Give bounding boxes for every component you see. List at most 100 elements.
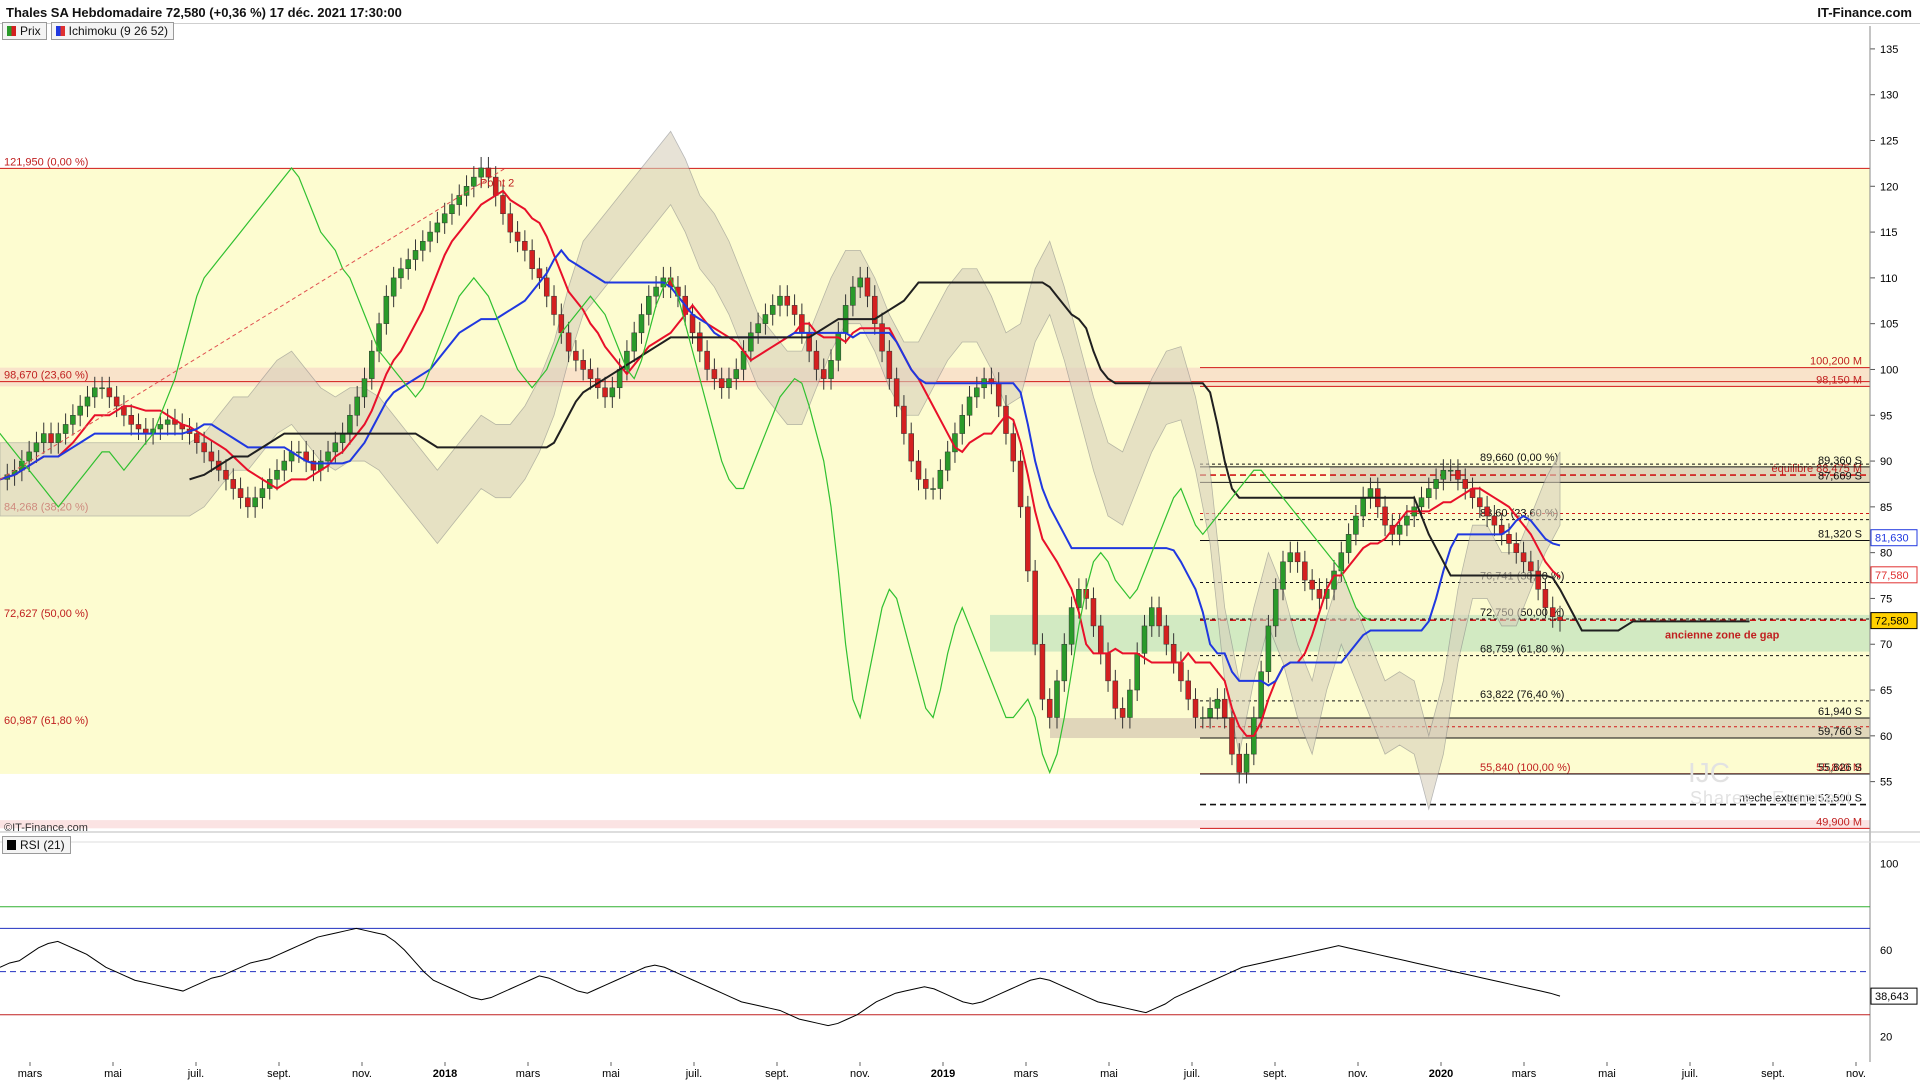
candle-body — [1200, 717, 1206, 719]
watermark-main: IJC — [1688, 757, 1730, 788]
candle-body — [704, 350, 710, 370]
price-axis-tick-label: 115 — [1880, 227, 1898, 239]
candle-body — [1506, 534, 1512, 544]
candle-body — [390, 277, 397, 297]
candle-body — [1557, 616, 1563, 621]
candle-body — [813, 350, 820, 370]
candle-body — [26, 451, 32, 462]
x-axis-tick-label: juil. — [187, 1068, 205, 1080]
price-tag-label: 81,630 — [1875, 533, 1909, 545]
price-axis-tick-label: 65 — [1880, 685, 1892, 697]
candle-body — [245, 497, 251, 508]
candle-body — [1491, 515, 1498, 526]
candle-body — [653, 286, 659, 297]
candle-body — [1090, 598, 1097, 627]
candle-body — [718, 378, 725, 389]
x-axis-tick-label: nov. — [352, 1068, 372, 1080]
brand-label[interactable]: IT-Finance.com — [1817, 5, 1912, 20]
candle-body — [1302, 561, 1308, 581]
candle-body — [354, 396, 360, 416]
candle-body — [850, 286, 856, 306]
candle-body — [908, 433, 914, 462]
x-axis-tick-label: sept. — [1761, 1068, 1785, 1080]
x-axis-tick-label: nov. — [1348, 1068, 1368, 1080]
candle-body — [1163, 625, 1170, 645]
candle-body — [893, 378, 900, 407]
candle-body — [1426, 488, 1432, 498]
x-axis-tick-label: 2018 — [433, 1068, 457, 1080]
reference-line-label: 68,759 (61,80 %) — [1480, 644, 1564, 656]
candle-body — [449, 204, 455, 215]
candle-body — [1396, 524, 1403, 535]
candle-body — [762, 314, 769, 324]
ichimoku-swatch-icon — [55, 26, 65, 36]
price-axis-tick-label: 75 — [1880, 593, 1892, 605]
price-axis-tick-label: 125 — [1880, 135, 1898, 147]
legend-price-label: Prix — [20, 24, 41, 38]
candle-body — [434, 222, 441, 233]
candle-body — [157, 424, 164, 430]
candle-body — [536, 268, 543, 279]
candle-body — [1272, 589, 1279, 627]
low-zone — [0, 820, 1870, 829]
candle-body — [609, 387, 616, 398]
candle-body — [237, 488, 244, 498]
candle-body — [1542, 589, 1549, 608]
rsi-axis-tick-label: 100 — [1880, 859, 1898, 871]
candle-body — [463, 186, 470, 196]
candle-body — [1433, 479, 1439, 489]
candle-body — [820, 369, 827, 379]
candle-body — [1360, 497, 1366, 517]
price-axis-tick-label: 135 — [1880, 44, 1898, 56]
candle-body — [485, 167, 492, 178]
rsi-swatch-icon — [7, 840, 16, 850]
candle-body — [522, 240, 528, 251]
chart-title: Thales SA Hebdomadaire 72,580 (+0,36 %) … — [6, 5, 402, 20]
candle-body — [1003, 405, 1009, 434]
rsi-legend: RSI (21) — [2, 836, 71, 854]
watermark-sub: Shares · Euronext — [1690, 788, 1853, 808]
price-tag-label: 72,580 — [1875, 616, 1909, 628]
candle-body — [514, 231, 521, 242]
legend-rsi[interactable]: RSI (21) — [2, 836, 71, 854]
candle-body — [113, 396, 120, 407]
legend-ichimoku[interactable]: Ichimoku (9 26 52) — [50, 22, 175, 40]
x-axis-tick-label: sept. — [765, 1068, 789, 1080]
x-axis-tick-label: mai — [1598, 1068, 1616, 1080]
candle-body — [194, 433, 200, 443]
x-axis-tick-label: nov. — [1846, 1068, 1866, 1080]
candle-body — [1236, 753, 1243, 773]
x-axis-tick-label: juil. — [1183, 1068, 1201, 1080]
candle-body — [398, 268, 404, 279]
candle-body — [135, 424, 142, 430]
candle-body — [974, 387, 980, 398]
candle-body — [84, 396, 91, 407]
price-axis-tick-label: 90 — [1880, 456, 1892, 468]
support-band — [1050, 718, 1870, 739]
candle-body — [339, 433, 346, 443]
legend-price[interactable]: Prix — [2, 22, 47, 40]
x-axis-tick-label: 2019 — [931, 1068, 955, 1080]
candle-body — [361, 378, 368, 398]
candle-body — [223, 469, 229, 480]
candle-body — [602, 387, 608, 398]
candle-body — [332, 442, 339, 453]
candle-body — [252, 497, 258, 508]
candle-body — [412, 250, 419, 260]
candle-body — [1061, 643, 1068, 682]
candle-body — [1156, 607, 1162, 627]
candle-body — [1345, 534, 1352, 553]
candle-body — [1367, 488, 1374, 498]
candle-body — [281, 460, 288, 471]
candle-body — [565, 332, 572, 352]
candle-body — [1477, 497, 1483, 508]
candle-body — [1309, 579, 1315, 590]
reference-line-label: 89,660 (0,00 %) — [1480, 452, 1558, 464]
candle-body — [886, 350, 893, 379]
candle-body — [1528, 561, 1534, 572]
candle-body — [1447, 469, 1454, 472]
candle-body — [471, 176, 477, 187]
x-axis-tick-label: mai — [104, 1068, 122, 1080]
candle-body — [711, 369, 718, 379]
candle-body — [1462, 479, 1468, 489]
